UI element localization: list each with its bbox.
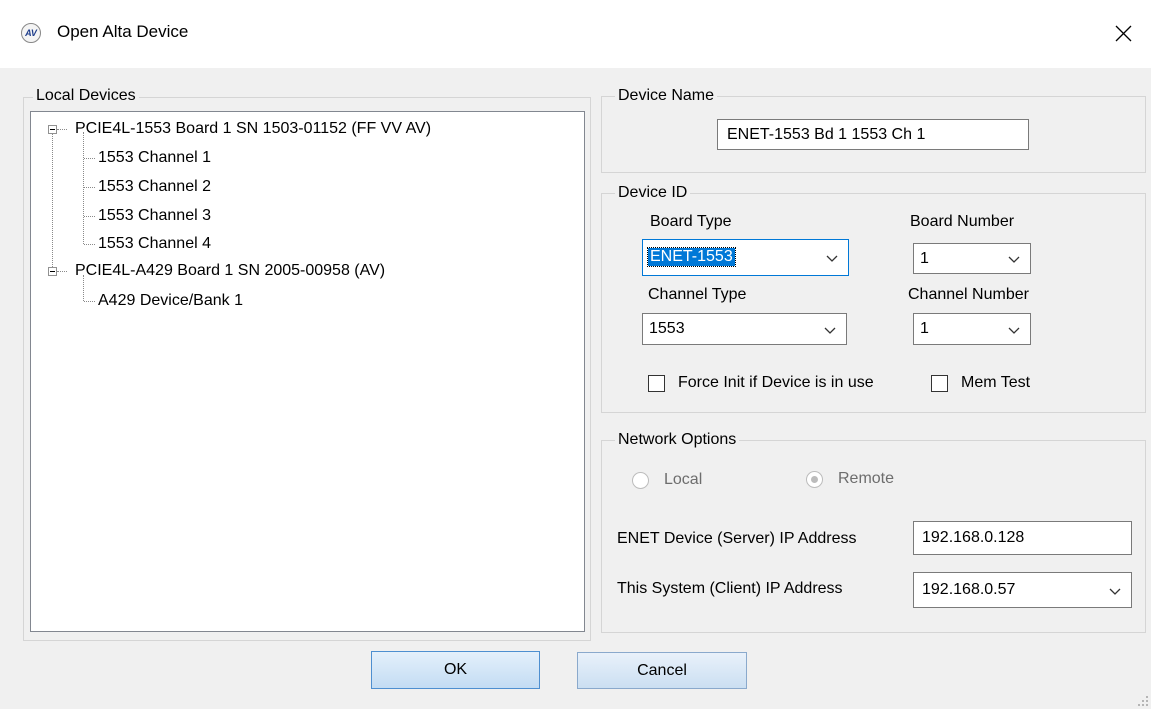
tree-line (84, 301, 95, 302)
title-bar: AV Open Alta Device (0, 0, 1151, 68)
channel-type-label: Channel Type (648, 286, 747, 303)
channel-type-value: 1553 (649, 320, 685, 337)
chevron-down-icon (824, 327, 836, 334)
client-ip-label: This System (Client) IP Address (617, 580, 843, 597)
tree-line (84, 216, 95, 217)
board-type-value: ENET-1553 (647, 247, 736, 267)
tree-line (84, 158, 95, 159)
remote-radio-label[interactable]: Remote (838, 470, 894, 488)
tree-line (57, 271, 67, 272)
network-options-legend: Network Options (615, 430, 740, 450)
cancel-button[interactable]: Cancel (577, 652, 747, 689)
tree-node-1553-channel-2[interactable]: 1553 Channel 2 (98, 176, 211, 198)
chevron-down-icon (826, 255, 838, 262)
collapse-toggle-icon[interactable] (48, 125, 57, 134)
tree-node-1553-channel-1[interactable]: 1553 Channel 1 (98, 147, 211, 169)
resize-grip-icon[interactable] (1138, 696, 1148, 706)
device-name-legend: Device Name (615, 86, 718, 106)
device-name-field[interactable]: ENET-1553 Bd 1 1553 Ch 1 (717, 119, 1029, 150)
board-number-label: Board Number (910, 213, 1015, 230)
tree-line (83, 132, 84, 244)
client-ip-select[interactable]: 192.168.0.57 (913, 572, 1132, 608)
board-number-select[interactable]: 1 (913, 243, 1031, 274)
chevron-down-icon (1008, 256, 1020, 263)
local-devices-legend: Local Devices (33, 86, 139, 106)
server-ip-label: ENET Device (Server) IP Address (617, 530, 857, 547)
client-ip-value: 192.168.0.57 (922, 581, 1016, 598)
device-id-legend: Device ID (615, 183, 691, 203)
alta-logo-icon: AV (21, 23, 41, 43)
force-init-checkbox[interactable] (648, 375, 665, 392)
force-init-label[interactable]: Force Init if Device is in use (678, 374, 874, 392)
ok-button[interactable]: OK (371, 651, 540, 689)
remote-radio[interactable] (806, 471, 823, 488)
radio-selected-dot (811, 476, 818, 483)
board-type-select[interactable]: ENET-1553 (642, 239, 849, 276)
board-type-label: Board Type (650, 213, 732, 230)
tree-line (57, 129, 67, 130)
tree-node-1553-channel-4[interactable]: 1553 Channel 4 (98, 233, 211, 255)
ok-button-label: OK (443, 661, 468, 678)
cancel-button-label: Cancel (637, 661, 687, 679)
channel-number-value: 1 (920, 320, 929, 337)
logo-text: AV (25, 28, 37, 38)
close-button[interactable] (1096, 8, 1151, 58)
tree-line (84, 187, 95, 188)
tree-node-pcie4l-1553[interactable]: PCIE4L-1553 Board 1 SN 1503-01152 (FF VV… (75, 118, 431, 140)
chevron-down-icon (1008, 327, 1020, 334)
tree-node-1553-channel-3[interactable]: 1553 Channel 3 (98, 205, 211, 227)
close-icon (1115, 25, 1132, 41)
channel-type-select[interactable]: 1553 (642, 313, 847, 345)
tree-line (84, 244, 95, 245)
window-title: Open Alta Device (57, 22, 189, 41)
channel-number-label: Channel Number (908, 286, 1029, 303)
tree-line (52, 133, 53, 267)
server-ip-field[interactable]: 192.168.0.128 (913, 521, 1132, 555)
channel-number-select[interactable]: 1 (913, 313, 1031, 345)
local-radio-label[interactable]: Local (664, 471, 702, 489)
tree-node-pcie4l-a429[interactable]: PCIE4L-A429 Board 1 SN 2005-00958 (AV) (75, 260, 385, 282)
chevron-down-icon (1109, 588, 1121, 595)
tree-node-a429-device-bank-1[interactable]: A429 Device/Bank 1 (98, 290, 243, 312)
board-number-value: 1 (920, 250, 929, 267)
mem-test-label[interactable]: Mem Test (961, 374, 1030, 392)
local-radio[interactable] (632, 472, 649, 489)
mem-test-checkbox[interactable] (931, 375, 948, 392)
device-tree[interactable]: PCIE4L-1553 Board 1 SN 1503-01152 (FF VV… (30, 111, 585, 632)
collapse-toggle-icon[interactable] (48, 267, 57, 276)
